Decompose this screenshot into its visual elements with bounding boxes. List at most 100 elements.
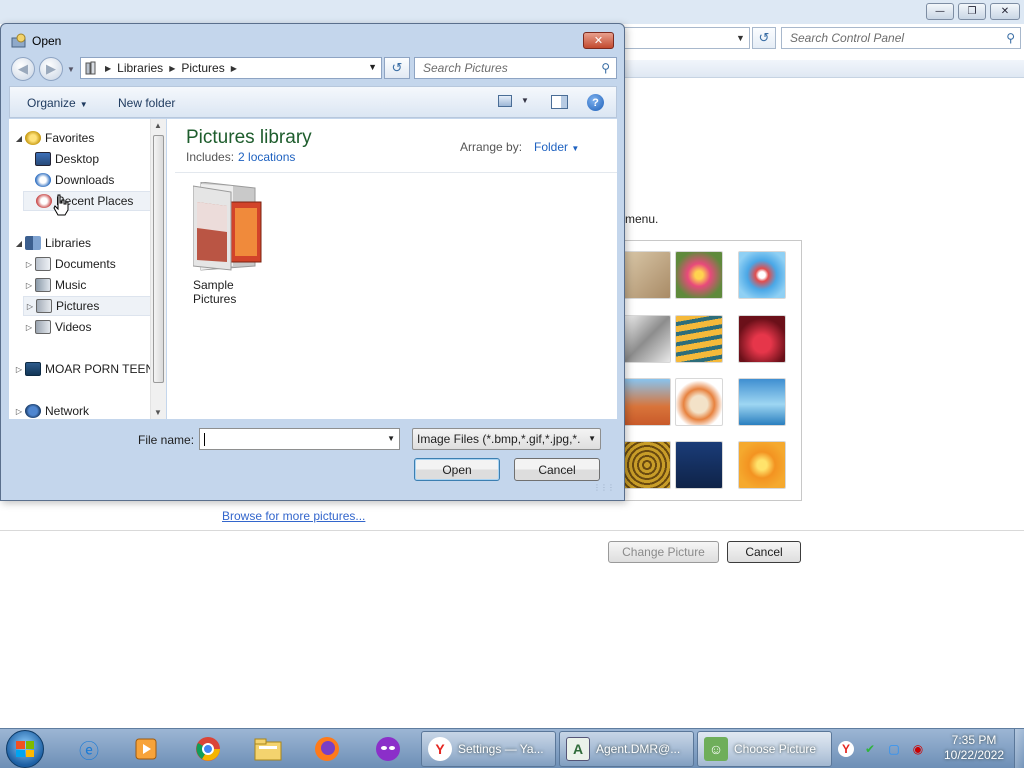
nav-desktop[interactable]: Desktop: [23, 149, 163, 169]
picture-spiral-thumbnail[interactable]: [623, 441, 671, 489]
scroll-down-icon[interactable]: ▼: [154, 408, 162, 417]
file-name-label: File name:: [138, 433, 195, 447]
change-view-icon[interactable]: [498, 95, 512, 107]
minimize-button[interactable]: —: [926, 3, 954, 20]
content-pane: Pictures library Includes: 2 locations Ar…: [167, 119, 617, 419]
chrome-icon[interactable]: [183, 732, 233, 766]
clock-time: 7:35 PM: [951, 733, 997, 747]
collapse-arrow-icon[interactable]: ▷: [13, 365, 25, 374]
refresh-icon[interactable]: ↺: [384, 57, 410, 79]
search-pictures-input[interactable]: Search Pictures ⚲: [414, 57, 617, 79]
picture-lighthouse-thumbnail[interactable]: [675, 441, 723, 489]
search-icon[interactable]: ⚲: [1006, 31, 1015, 45]
picture-origami-crane-thumbnail[interactable]: [738, 315, 786, 363]
picture-daisy-thumbnail[interactable]: [738, 441, 786, 489]
breadcrumb-pictures[interactable]: Pictures: [181, 61, 224, 75]
picture-jacks-thumbnail[interactable]: [623, 315, 671, 363]
control-panel-search-input[interactable]: Search Control Panel ⚲: [781, 27, 1021, 49]
collapse-arrow-icon[interactable]: ▷: [23, 281, 35, 290]
search-icon[interactable]: ⚲: [601, 61, 610, 75]
chevron-down-icon[interactable]: ▼: [387, 434, 395, 443]
nav-documents[interactable]: ▷ Documents: [23, 254, 163, 274]
file-name-input[interactable]: ▼: [199, 428, 400, 450]
nav-favorites-label: Favorites: [45, 131, 95, 145]
nav-music[interactable]: ▷ Music: [23, 275, 163, 295]
clock[interactable]: 7:35 PM 10/22/2022: [938, 733, 1010, 763]
change-picture-button[interactable]: Change Picture: [608, 541, 719, 563]
organize-button[interactable]: Organize ▼: [27, 96, 88, 110]
file-type-select[interactable]: Image Files (*.bmp,*.gif,*.jpg,*. ▼: [412, 428, 601, 450]
yandex-tray-icon[interactable]: Y: [838, 741, 854, 757]
nav-downloads[interactable]: Downloads: [23, 170, 163, 190]
nav-pane-scrollbar[interactable]: ▲ ▼: [150, 119, 166, 419]
help-icon[interactable]: ?: [587, 94, 604, 111]
recent-locations-dropdown[interactable]: ▼: [67, 65, 75, 74]
nav-libraries[interactable]: ◢ Libraries: [13, 233, 153, 253]
chevron-down-icon[interactable]: ▼: [733, 29, 748, 47]
address-bar[interactable]: ▶ Libraries ▶ Pictures ▶ ▼: [80, 57, 382, 79]
nav-drive[interactable]: ▷ MOAR PORN TEEN: [13, 359, 153, 379]
folder-icon[interactable]: [193, 182, 269, 272]
picture-hot-air-balloon-thumbnail[interactable]: [623, 378, 671, 426]
scroll-up-icon[interactable]: ▲: [154, 121, 162, 130]
volume-icon[interactable]: ◉: [910, 741, 926, 757]
expand-arrow-icon[interactable]: ◢: [13, 239, 25, 248]
includes-locations-link[interactable]: 2 locations: [238, 150, 295, 164]
scrollbar-thumb[interactable]: [153, 135, 164, 383]
display-icon[interactable]: ▢: [886, 741, 902, 757]
checkmark-icon[interactable]: ✔: [862, 741, 878, 757]
media-player-icon[interactable]: [121, 732, 171, 766]
nav-videos[interactable]: ▷ Videos: [23, 317, 163, 337]
taskbar-task-choose-picture[interactable]: ☺ Choose Picture: [697, 731, 832, 767]
nav-recent-places[interactable]: Recent Places: [23, 191, 163, 211]
open-button[interactable]: Open: [414, 458, 500, 481]
back-button[interactable]: ◀: [11, 57, 35, 81]
libraries-icon: [25, 236, 41, 250]
picture-flower-thumbnail[interactable]: [675, 251, 723, 299]
picture-sailboat-thumbnail[interactable]: [738, 378, 786, 426]
file-explorer-icon[interactable]: [243, 732, 293, 766]
chevron-down-icon[interactable]: ▼: [588, 434, 596, 443]
refresh-icon[interactable]: ↺: [752, 27, 776, 49]
show-desktop-button[interactable]: [1014, 729, 1024, 768]
firefox-icon[interactable]: [302, 732, 352, 766]
chevron-down-icon[interactable]: ▼: [368, 62, 377, 72]
picture-ferris-wheel-thumbnail[interactable]: [738, 251, 786, 299]
close-button[interactable]: ✕: [990, 3, 1020, 20]
breadcrumb-separator-icon[interactable]: ▶: [105, 64, 111, 73]
nav-network[interactable]: ▷ Network: [13, 401, 153, 421]
breadcrumb-separator-icon[interactable]: ▶: [169, 64, 175, 73]
control-panel-address-bar[interactable]: [620, 27, 750, 49]
nav-pictures[interactable]: ▷ Pictures: [23, 296, 163, 316]
collapse-arrow-icon[interactable]: ▷: [24, 302, 36, 311]
collapse-arrow-icon[interactable]: ▷: [23, 260, 35, 269]
expand-arrow-icon[interactable]: ◢: [13, 134, 25, 143]
taskbar-task-agent[interactable]: A Agent.DMR@...: [559, 731, 694, 767]
nav-pictures-label: Pictures: [56, 299, 100, 313]
folder-item-label[interactable]: Sample Pictures: [193, 278, 277, 306]
arrange-by-dropdown[interactable]: Folder ▼: [534, 140, 579, 154]
privacy-mask-icon[interactable]: [363, 732, 413, 766]
cancel-button[interactable]: Cancel: [514, 458, 600, 481]
chevron-down-icon[interactable]: ▼: [521, 96, 529, 105]
picture-doll-thumbnail[interactable]: [675, 378, 723, 426]
task-label: Settings — Ya...: [458, 742, 544, 756]
internet-explorer-icon[interactable]: ⓔ: [64, 732, 114, 766]
picture-stairs-thumbnail[interactable]: [675, 315, 723, 363]
collapse-arrow-icon[interactable]: ▷: [13, 407, 25, 416]
picture-kitten-thumbnail[interactable]: [623, 251, 671, 299]
nav-favorites[interactable]: ◢ Favorites: [13, 128, 153, 148]
preview-pane-icon[interactable]: [551, 95, 568, 109]
taskbar-task-settings[interactable]: Y Settings — Ya...: [421, 731, 556, 767]
restore-button[interactable]: ❐: [958, 3, 986, 20]
new-folder-button[interactable]: New folder: [118, 96, 175, 110]
resize-grip-icon[interactable]: ⋮⋮⋮: [593, 483, 615, 492]
collapse-arrow-icon[interactable]: ▷: [23, 323, 35, 332]
start-button[interactable]: [6, 730, 44, 768]
forward-button[interactable]: ▶: [39, 57, 63, 81]
dialog-close-button[interactable]: ✕: [583, 32, 614, 49]
breadcrumb-separator-icon[interactable]: ▶: [231, 64, 237, 73]
breadcrumb-libraries[interactable]: Libraries: [117, 61, 163, 75]
background-cancel-button[interactable]: Cancel: [727, 541, 801, 563]
browse-more-pictures-link[interactable]: Browse for more pictures...: [222, 509, 365, 523]
